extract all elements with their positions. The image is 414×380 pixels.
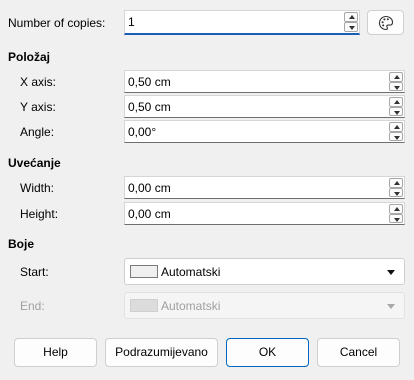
enlargement-heading: Uvećanje: [8, 156, 61, 170]
start-color-label: Start:: [20, 265, 49, 279]
start-color-dropdown[interactable]: Automatski: [124, 258, 405, 285]
y-axis-increment[interactable]: [389, 97, 403, 107]
chevron-down-icon: [387, 270, 395, 275]
x-axis-decrement[interactable]: [389, 81, 403, 91]
copies-label: Number of copies:: [8, 16, 106, 30]
cancel-button[interactable]: Cancel: [317, 338, 400, 367]
width-increment[interactable]: [389, 178, 403, 188]
y-axis-label: Y axis:: [20, 100, 56, 114]
width-spinbox[interactable]: 0,00 cm: [124, 176, 405, 199]
ok-button[interactable]: OK: [226, 338, 309, 367]
end-color-swatch: [130, 299, 158, 312]
palette-icon: [378, 15, 394, 31]
start-color-swatch: [130, 265, 158, 278]
position-heading: Položaj: [8, 50, 51, 64]
y-axis-value[interactable]: 0,50 cm: [128, 99, 171, 115]
x-axis-spinbox[interactable]: 0,50 cm: [124, 70, 405, 93]
end-color-dropdown: Automatski: [124, 292, 405, 319]
values-from-selection-button[interactable]: [367, 10, 404, 35]
copies-decrement[interactable]: [344, 22, 358, 32]
angle-label: Angle:: [20, 125, 55, 139]
x-axis-value[interactable]: 0,50 cm: [128, 74, 171, 90]
height-label: Height:: [20, 207, 59, 221]
copies-spinbox[interactable]: 1: [124, 10, 360, 35]
height-increment[interactable]: [389, 204, 403, 214]
width-label: Width:: [20, 181, 55, 195]
help-button[interactable]: Help: [14, 338, 97, 367]
height-decrement[interactable]: [389, 213, 403, 223]
copies-value[interactable]: 1: [128, 14, 135, 30]
start-color-value: Automatski: [161, 265, 221, 279]
end-color-value: Automatski: [161, 299, 221, 313]
reset-button[interactable]: Podrazumijevano: [105, 338, 218, 367]
angle-decrement[interactable]: [389, 131, 403, 141]
height-value[interactable]: 0,00 cm: [128, 206, 171, 222]
y-axis-decrement[interactable]: [389, 106, 403, 116]
x-axis-label: X axis:: [20, 75, 57, 89]
colors-heading: Boje: [8, 237, 35, 251]
height-spinbox[interactable]: 0,00 cm: [124, 202, 405, 225]
x-axis-increment[interactable]: [389, 72, 403, 82]
angle-increment[interactable]: [389, 122, 403, 132]
angle-spinbox[interactable]: 0,00°: [124, 120, 405, 143]
end-color-label: End:: [20, 299, 45, 313]
width-decrement[interactable]: [389, 187, 403, 197]
copies-increment[interactable]: [344, 12, 358, 22]
angle-value[interactable]: 0,00°: [128, 124, 156, 140]
width-value[interactable]: 0,00 cm: [128, 180, 171, 196]
y-axis-spinbox[interactable]: 0,50 cm: [124, 95, 405, 118]
chevron-down-icon: [387, 304, 395, 309]
